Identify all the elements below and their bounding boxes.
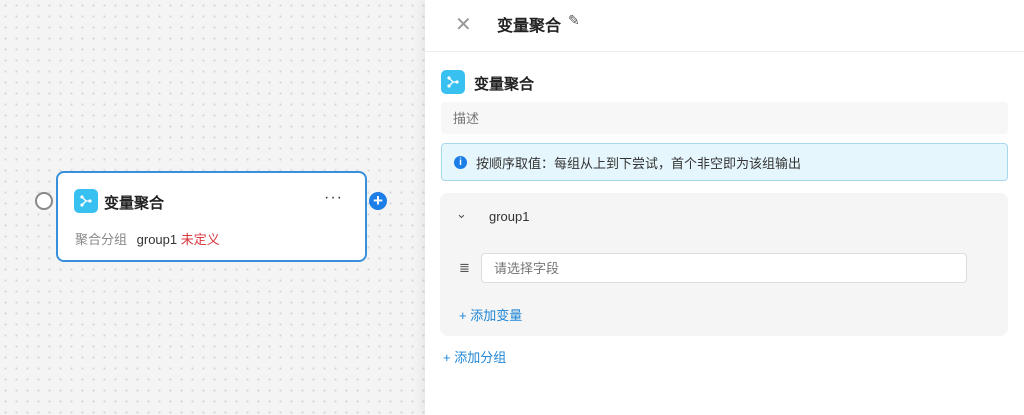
- status-undefined: 未定义: [180, 232, 220, 247]
- close-icon[interactable]: ✕: [455, 12, 472, 37]
- edit-pencil-icon[interactable]: ✎: [568, 12, 580, 29]
- add-variable-button[interactable]: + 添加变量: [459, 305, 522, 324]
- info-alert: i 按顺序取值：每组从上到下尝试，首个非空即为该组输出: [441, 143, 1008, 181]
- info-icon: i: [454, 155, 467, 169]
- group-card: ⌄ group1 ≣ + 添加变量: [440, 193, 1008, 336]
- description-input[interactable]: [441, 102, 1008, 134]
- info-text: 按顺序取值：每组从上到下尝试，首个非空即为该组输出: [476, 155, 802, 171]
- node-menu-button[interactable]: ···: [324, 189, 343, 207]
- group-name: group1: [136, 232, 178, 247]
- add-next-node-icon[interactable]: +: [369, 192, 387, 210]
- node-input-port[interactable]: [35, 192, 53, 210]
- panel-header: ✕ 变量聚合 ✎: [425, 0, 1024, 52]
- panel-title: 变量聚合: [497, 18, 562, 35]
- group-row-label: 聚合分组: [75, 232, 128, 247]
- field-select[interactable]: [481, 253, 967, 283]
- chevron-down-icon[interactable]: ⌄: [456, 206, 467, 222]
- node-config-panel: ✕ 变量聚合 ✎ 变量聚合 i 按顺序取值：每组从上到下尝试，首个非空即为该组输…: [425, 0, 1024, 415]
- drag-handle-icon[interactable]: ≣: [459, 260, 470, 276]
- add-group-button[interactable]: + 添加分组: [443, 347, 506, 366]
- variable-aggregator-node[interactable]: 变量聚合 ··· 聚合分组 group1 未定义: [56, 171, 367, 262]
- group-name: group1: [489, 209, 530, 224]
- section-title: 变量聚合: [474, 76, 535, 93]
- aggregator-icon: [441, 70, 465, 94]
- node-title: 变量聚合: [104, 195, 165, 212]
- node-group-row: 聚合分组 group1 未定义: [75, 229, 220, 248]
- aggregator-icon: [74, 189, 98, 213]
